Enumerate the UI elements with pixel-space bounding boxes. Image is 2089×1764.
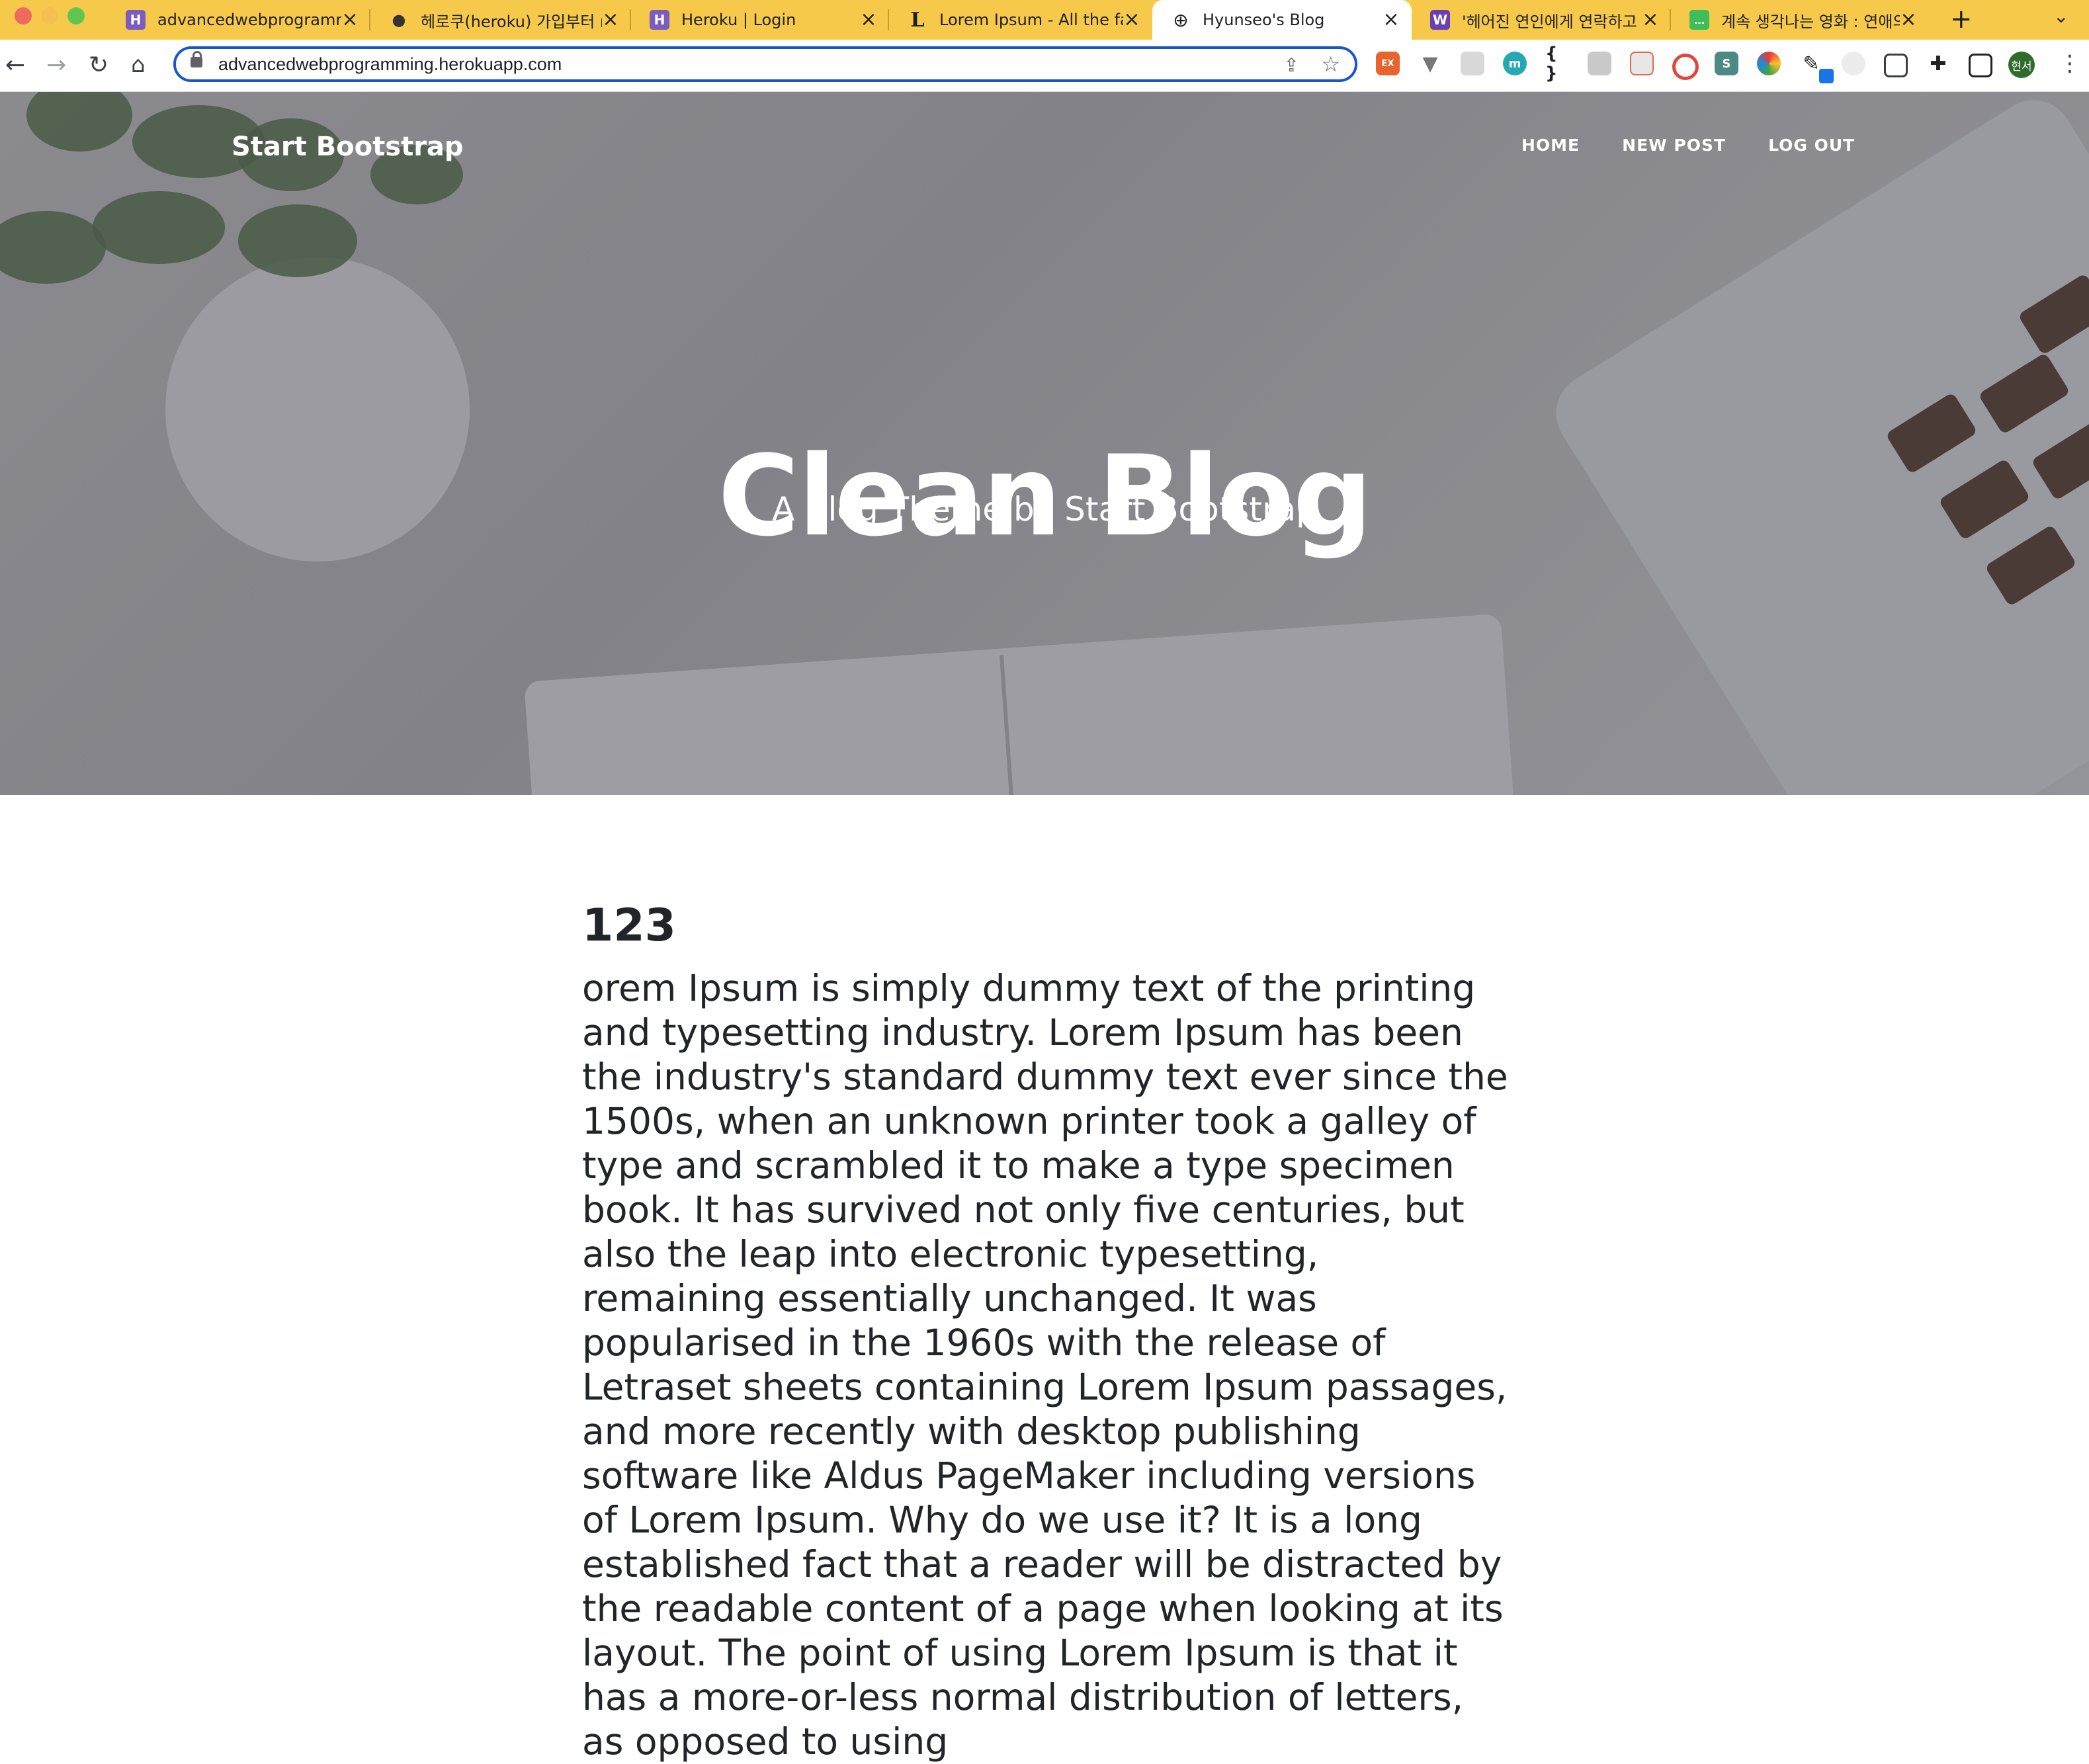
profile-avatar[interactable]: 현서 (2008, 52, 2035, 78)
extension-braces-icon[interactable]: { } (1545, 44, 1569, 83)
minimize-window-button[interactable] (41, 7, 58, 24)
tab-title: Hyunseo's Blog (1203, 11, 1325, 29)
tab-title: Heroku | Login (681, 11, 796, 29)
address-bar[interactable]: advancedwebprogramming.herokuapp.com ⇪ ☆ (173, 46, 1357, 82)
tab-close-icon[interactable]: × (1383, 10, 1400, 30)
extension-image-icon[interactable] (1588, 52, 1611, 75)
side-panel-icon[interactable] (1969, 54, 1992, 77)
tab-close-icon[interactable]: × (1642, 10, 1659, 30)
back-button[interactable]: ← (5, 52, 25, 79)
tab-close-icon[interactable]: × (1123, 10, 1140, 30)
extension-calendar-icon[interactable] (1630, 52, 1654, 75)
plant-leaf-image (93, 191, 225, 264)
main-nav: HOME NEW POST LOG OUT (1521, 136, 1855, 155)
extension-s-icon[interactable]: S (1715, 52, 1738, 75)
post-body: orem Ipsum is simply dummy text of the p… (582, 967, 1508, 1763)
person-favicon-icon: ● (389, 10, 409, 30)
nav-new-post-link[interactable]: NEW POST (1622, 136, 1726, 155)
browser-tab[interactable]: … 계속 생각나는 영화 : 연애의 × (1671, 0, 1929, 40)
lock-icon[interactable] (191, 51, 202, 67)
tab-title: '헤어진 연인에게 연락하고 (1462, 12, 1637, 31)
extension-badge-icon (1819, 69, 1834, 83)
heroku-favicon-icon: H (650, 10, 669, 30)
tab-close-icon[interactable]: × (1900, 10, 1917, 30)
browser-tab[interactable]: L Lorem Ipsum - All the fa × (889, 0, 1152, 40)
zoom-window-button[interactable] (67, 7, 85, 24)
post-preview: 123 orem Ipsum is simply dummy text of t… (582, 900, 1508, 1764)
extension-v-icon[interactable]: ▼ (1418, 52, 1442, 75)
brand-link[interactable]: Start Bootstrap (232, 132, 464, 162)
lorem-ipsum-favicon-icon: L (910, 8, 925, 32)
tab-title: 헤로쿠(heroku) 가입부터 n (421, 12, 602, 31)
browser-tab[interactable]: H Heroku | Login × (631, 0, 889, 40)
post-title[interactable]: 123 (582, 900, 1508, 952)
forward-button[interactable]: → (46, 52, 66, 79)
nav-log-out-link[interactable]: LOG OUT (1768, 136, 1855, 155)
tab-close-icon[interactable]: × (860, 10, 877, 30)
globe-icon: ⊕ (1173, 9, 1189, 31)
browser-tab[interactable]: ● 헤로쿠(heroku) 가입부터 n × (370, 0, 631, 40)
extension-ring-icon[interactable] (1672, 54, 1699, 80)
extension-color-wheel-icon[interactable] (1757, 52, 1781, 75)
tab-title: 계속 생각나는 영화 : 연애의 (1721, 12, 1900, 31)
extension-ex-icon[interactable]: EX (1376, 52, 1400, 75)
site-subheading: A Blog Theme by Start Bootstrap (772, 490, 1317, 528)
notebook-image (524, 613, 1513, 795)
browser-tab-active[interactable]: ⊕ Hyunseo's Blog × (1152, 0, 1412, 40)
home-button[interactable]: ⌂ (131, 52, 146, 78)
extensions-puzzle-icon[interactable]: ✚ (1926, 52, 1950, 75)
bookmark-star-icon[interactable]: ☆ (1321, 52, 1340, 77)
extension-grid-icon[interactable] (1461, 52, 1484, 75)
address-bar-url[interactable]: advancedwebprogramming.herokuapp.com (218, 54, 562, 75)
plant-leaf-image (26, 92, 132, 151)
blog-masthead: Start Bootstrap HOME NEW POST LOG OUT Cl… (0, 92, 2089, 795)
close-window-button[interactable] (15, 7, 32, 24)
tab-title: Lorem Ipsum - All the fa (939, 11, 1123, 29)
browser-menu-icon[interactable]: ⋮ (2059, 50, 2081, 77)
browser-tab[interactable]: W '헤어진 연인에게 연락하고 × (1412, 0, 1671, 40)
tab-search-chevron-icon[interactable]: ⌄ (2053, 5, 2068, 27)
extension-media-icon[interactable] (1884, 54, 1908, 77)
browser-tab[interactable]: H advancedwebprogramming × (107, 0, 370, 40)
share-icon[interactable]: ⇪ (1284, 54, 1299, 76)
tab-close-icon[interactable]: × (602, 10, 619, 30)
w-favicon-icon: W (1430, 10, 1450, 30)
plant-leaf-image (0, 211, 106, 284)
chat-favicon-icon: … (1689, 10, 1709, 30)
new-tab-button[interactable]: + (1950, 4, 1973, 34)
nav-home-link[interactable]: HOME (1521, 136, 1580, 155)
plant-leaf-image (238, 204, 357, 277)
tab-title: advancedwebprogramming (157, 11, 341, 29)
tab-close-icon[interactable]: × (341, 10, 359, 30)
extension-m-icon[interactable]: m (1503, 52, 1527, 75)
extension-dog-icon[interactable] (1842, 52, 1865, 75)
heroku-favicon-icon: H (126, 10, 146, 30)
reload-button[interactable]: ↻ (89, 52, 108, 79)
tab-strip: H advancedwebprogramming × ● 헤로쿠(heroku)… (0, 0, 2089, 40)
